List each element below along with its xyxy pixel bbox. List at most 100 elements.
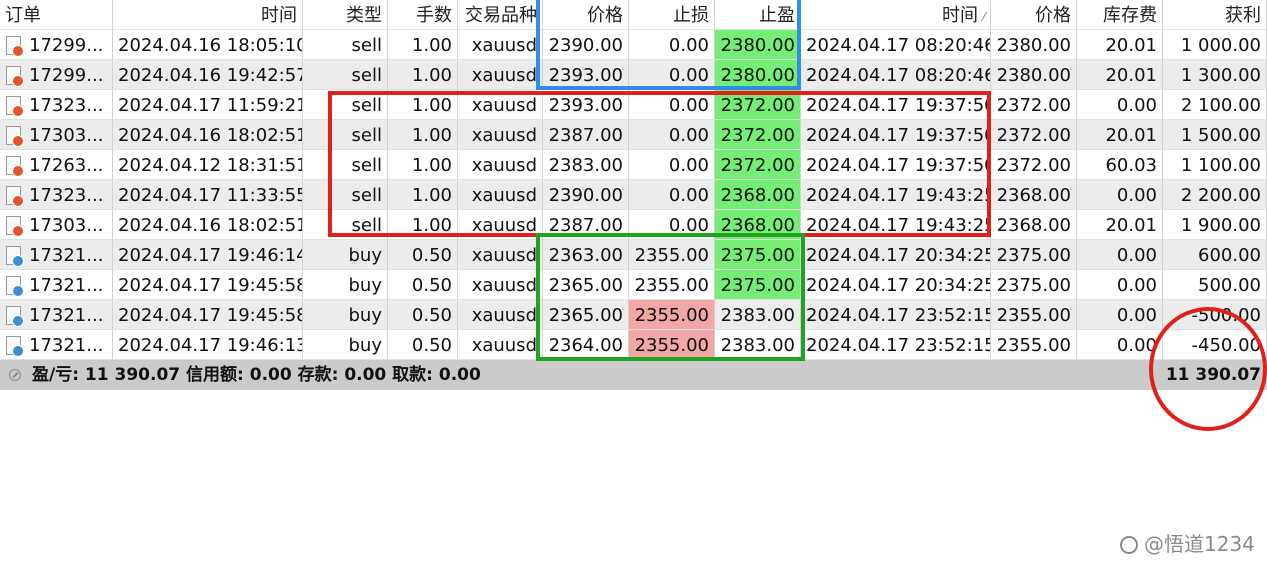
- symbol-cell: xauusd: [458, 270, 543, 300]
- profit-cell: 600.00: [1163, 240, 1267, 270]
- table-row[interactable]: 17321... 2024.04.17 19:45:58 buy 0.50 xauusd…: [0, 300, 1267, 330]
- profit-cell: -500.00: [1163, 300, 1267, 330]
- table-row[interactable]: 17263... 2024.04.12 18:31:51 sell 1.00 xauus…: [0, 150, 1267, 180]
- take-profit-cell: 2368.00: [715, 180, 801, 210]
- order-number: 17321...: [29, 275, 104, 296]
- swap-cell: 20.01: [1077, 210, 1163, 240]
- lots-cell: 1.00: [388, 120, 458, 150]
- stop-loss-cell: 0.00: [629, 210, 715, 240]
- header-close-time[interactable]: 时间 ⁄: [801, 0, 991, 30]
- close-time-cell: 2024.04.17 19:43:25: [801, 210, 991, 240]
- lots-cell: 1.00: [388, 60, 458, 90]
- table-row[interactable]: 17323... 2024.04.17 11:33:55 sell 1.00 xauus…: [0, 180, 1267, 210]
- type-cell: sell: [303, 30, 388, 60]
- watermark: @悟道1234: [1120, 528, 1255, 557]
- symbol-cell: xauusd: [458, 60, 543, 90]
- symbol-cell: xauusd: [458, 120, 543, 150]
- header-close-price[interactable]: 价格: [991, 0, 1077, 30]
- header-open-time[interactable]: 时间: [113, 0, 303, 30]
- profit-cell: 1 100.00: [1163, 150, 1267, 180]
- order-cell: 17303...: [0, 210, 113, 240]
- buy-order-icon: [6, 276, 24, 297]
- lots-cell: 1.00: [388, 210, 458, 240]
- close-price-cell: 2355.00: [991, 300, 1077, 330]
- summary-total-profit: 11 390.07: [1165, 365, 1261, 385]
- close-time-cell: 2024.04.17 20:34:25: [801, 270, 991, 300]
- header-order[interactable]: 订单: [0, 0, 113, 30]
- type-cell: buy: [303, 300, 388, 330]
- swap-cell: 0.00: [1077, 240, 1163, 270]
- close-price-cell: 2368.00: [991, 210, 1077, 240]
- table-row[interactable]: 17323... 2024.04.17 11:59:21 sell 1.00 xauus…: [0, 90, 1267, 120]
- header-symbol[interactable]: 交易品种: [458, 0, 543, 30]
- swap-cell: 60.03: [1077, 150, 1163, 180]
- close-price-cell: 2372.00: [991, 150, 1077, 180]
- profit-cell: 1 000.00: [1163, 30, 1267, 60]
- buy-order-icon: [6, 336, 24, 357]
- take-profit-cell: 2375.00: [715, 240, 801, 270]
- lots-cell: 0.50: [388, 300, 458, 330]
- swap-cell: 20.01: [1077, 30, 1163, 60]
- take-profit-cell: 2368.00: [715, 210, 801, 240]
- swap-cell: 20.01: [1077, 60, 1163, 90]
- type-cell: buy: [303, 240, 388, 270]
- order-number: 17323...: [29, 185, 104, 206]
- stop-loss-cell: 2355.00: [629, 300, 715, 330]
- type-cell: buy: [303, 270, 388, 300]
- open-time-cell: 2024.04.17 19:46:14: [113, 240, 303, 270]
- order-cell: 17321...: [0, 330, 113, 360]
- take-profit-cell: 2383.00: [715, 330, 801, 360]
- swap-cell: 0.00: [1077, 90, 1163, 120]
- lots-cell: 1.00: [388, 30, 458, 60]
- price-cell: 2387.00: [543, 210, 629, 240]
- header-lots[interactable]: 手数: [388, 0, 458, 30]
- summary-icon: [9, 369, 21, 381]
- close-price-cell: 2372.00: [991, 120, 1077, 150]
- symbol-cell: xauusd: [458, 330, 543, 360]
- close-price-cell: 2372.00: [991, 90, 1077, 120]
- order-number: 17299...: [29, 35, 104, 56]
- lots-cell: 0.50: [388, 270, 458, 300]
- order-cell: 17323...: [0, 90, 113, 120]
- close-price-cell: 2355.00: [991, 330, 1077, 360]
- sell-order-icon: [6, 126, 24, 147]
- sell-order-icon: [6, 36, 24, 57]
- summary-bar: 盈/亏: 11 390.07 信用额: 0.00 存款: 0.00 取款: 0.…: [0, 360, 1267, 390]
- stop-loss-cell: 0.00: [629, 180, 715, 210]
- header-take-profit[interactable]: 止盈: [715, 0, 801, 30]
- lots-cell: 1.00: [388, 150, 458, 180]
- header-profit[interactable]: 获利: [1163, 0, 1267, 30]
- symbol-cell: xauusd: [458, 90, 543, 120]
- order-cell: 17323...: [0, 180, 113, 210]
- table-row[interactable]: 17303... 2024.04.16 18:02:51 sell 1.00 xauus…: [0, 120, 1267, 150]
- order-cell: 17299...: [0, 30, 113, 60]
- header-price[interactable]: 价格: [543, 0, 629, 30]
- table-row[interactable]: 17321... 2024.04.17 19:45:58 buy 0.50 xauusd…: [0, 270, 1267, 300]
- profit-cell: 1 900.00: [1163, 210, 1267, 240]
- swap-cell: 0.00: [1077, 270, 1163, 300]
- header-type[interactable]: 类型: [303, 0, 388, 30]
- table-row[interactable]: 17321... 2024.04.17 19:46:14 buy 0.50 xauusd…: [0, 240, 1267, 270]
- profit-cell: 1 500.00: [1163, 120, 1267, 150]
- sell-order-icon: [6, 96, 24, 117]
- buy-order-icon: [6, 306, 24, 327]
- column-header-row: 订单 时间 类型 手数 交易品种 价格 止损 止盈 时间 ⁄ 价格 库存费 获利: [0, 0, 1267, 30]
- table-row[interactable]: 17303... 2024.04.16 18:02:51 sell 1.00 xauus…: [0, 210, 1267, 240]
- table-row[interactable]: 17299... 2024.04.16 19:42:57 sell 1.00 xauus…: [0, 60, 1267, 90]
- close-time-cell: 2024.04.17 23:52:15: [801, 330, 991, 360]
- close-price-cell: 2368.00: [991, 180, 1077, 210]
- open-time-cell: 2024.04.17 19:45:58: [113, 270, 303, 300]
- type-cell: sell: [303, 90, 388, 120]
- table-row[interactable]: 17299... 2024.04.16 18:05:10 sell 1.00 xauus…: [0, 30, 1267, 60]
- take-profit-cell: 2380.00: [715, 30, 801, 60]
- take-profit-cell: 2383.00: [715, 300, 801, 330]
- header-swap[interactable]: 库存费: [1077, 0, 1163, 30]
- header-stop-loss[interactable]: 止损: [629, 0, 715, 30]
- open-time-cell: 2024.04.16 18:02:51: [113, 210, 303, 240]
- order-number: 17299...: [29, 65, 104, 86]
- table-row[interactable]: 17321... 2024.04.17 19:46:13 buy 0.50 xauusd…: [0, 330, 1267, 360]
- order-number: 17321...: [29, 245, 104, 266]
- stop-loss-cell: 2355.00: [629, 240, 715, 270]
- order-number: 17323...: [29, 95, 104, 116]
- symbol-cell: xauusd: [458, 150, 543, 180]
